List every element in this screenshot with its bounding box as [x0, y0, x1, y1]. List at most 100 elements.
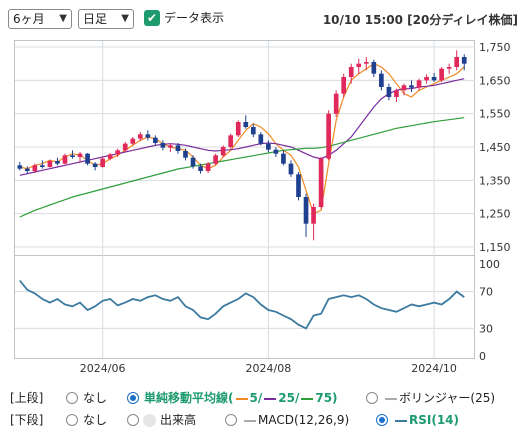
bollinger-label: ボリンジャー(25): [399, 391, 496, 405]
price-tick-label: 1,650: [479, 74, 511, 87]
candle-down: [198, 166, 203, 171]
candle-down: [175, 145, 181, 151]
candle-up: [235, 122, 241, 136]
rsi-tick-label: 30: [479, 322, 493, 335]
candle-up: [122, 143, 128, 151]
rsi-line: [19, 280, 465, 330]
ma75-swatch: [301, 397, 314, 400]
sma-5: 5: [249, 391, 258, 405]
volume-label: 出来高: [160, 413, 197, 427]
x-tick-label: 2024/06: [80, 362, 126, 375]
candle-down: [461, 57, 467, 64]
candle-down: [145, 134, 151, 138]
ma5-swatch: [235, 397, 248, 400]
candle-up: [326, 113, 331, 159]
candle-down: [296, 174, 301, 197]
candle-up: [62, 155, 68, 164]
candle-down: [70, 155, 75, 157]
candle-up: [205, 163, 211, 171]
candle-up: [348, 67, 354, 77]
candle-down: [281, 153, 286, 164]
candle-up: [454, 57, 460, 67]
price-tick-label: 1,250: [479, 208, 511, 221]
lower-section-label: [下段]: [10, 413, 44, 427]
candle-up: [341, 77, 347, 94]
price-tick-label: 1,150: [479, 241, 511, 254]
price-tick-label: 1,550: [479, 108, 511, 121]
candle-up: [394, 90, 399, 97]
volume-radio[interactable]: [127, 414, 139, 426]
price-tick-label: 1,450: [479, 141, 511, 154]
candle-up: [424, 77, 429, 81]
rsi-tick-label: 100: [479, 258, 500, 271]
candle-down: [371, 62, 377, 74]
candle-up: [356, 63, 362, 67]
candle-down: [288, 163, 294, 175]
lower-none-radio[interactable]: [66, 414, 78, 426]
candle-down: [190, 157, 196, 167]
candle-down: [431, 77, 437, 81]
candle-up: [168, 145, 173, 148]
sma-sep1: /: [257, 391, 263, 405]
candle-down: [85, 153, 90, 164]
candle-down: [153, 137, 158, 143]
bollinger-radio[interactable]: [366, 392, 378, 404]
price-tick-label: 1,750: [479, 41, 511, 54]
sma-close: ): [332, 391, 338, 405]
candle-down: [243, 122, 249, 127]
sma-label: 単純移動平均線(: [144, 391, 234, 405]
upper-section-label: [上段]: [10, 391, 44, 405]
bollinger-swatch: [385, 397, 397, 400]
lower-none-label: なし: [83, 413, 108, 427]
sma-radio[interactable]: [127, 392, 139, 404]
candle-down: [386, 87, 392, 97]
rsi-swatch: [395, 419, 407, 422]
candle-up: [363, 62, 369, 64]
candle-up: [77, 153, 83, 157]
candle-down: [258, 134, 264, 144]
lower-panel-options: [下段] なし 出来高 MACD(12,26,9) RSI(14): [10, 411, 520, 429]
candle-down: [266, 143, 271, 150]
candle-down: [24, 168, 30, 171]
price-tick-label: 1,350: [479, 174, 511, 187]
rsi-radio[interactable]: [376, 414, 388, 426]
candle-up: [439, 68, 444, 81]
ma-line-5: [19, 63, 465, 215]
rsi-tick-label: 0: [479, 350, 486, 363]
candle-up: [115, 150, 121, 155]
x-tick-label: 2024/10: [411, 362, 457, 375]
candle-up: [311, 207, 316, 224]
candle-down: [273, 149, 279, 154]
sma-option[interactable]: 単純移動平均線(5/25/75): [144, 389, 338, 407]
candle-down: [92, 163, 98, 167]
ma25-swatch: [264, 397, 277, 400]
candle-down: [17, 165, 23, 169]
bollinger-option[interactable]: ボリンジャー(25): [383, 389, 495, 407]
upper-panel-options: [上段] なし 単純移動平均線(5/25/75) ボリンジャー(25): [10, 389, 520, 407]
macd-radio[interactable]: [225, 414, 237, 426]
candle-up: [446, 67, 452, 69]
candle-up: [100, 158, 105, 167]
candle-up: [32, 165, 38, 171]
x-tick-label: 2024/08: [246, 362, 292, 375]
candle-up: [137, 134, 143, 139]
rsi-option[interactable]: RSI(14): [393, 411, 459, 429]
candle-up: [47, 161, 53, 167]
candle-down: [379, 73, 384, 87]
sma-75: 75: [315, 391, 333, 405]
rsi-label: RSI(14): [409, 413, 460, 427]
sma-25: 25: [278, 391, 295, 405]
upper-none-radio[interactable]: [66, 392, 78, 404]
candle-down: [409, 85, 414, 88]
candle-up: [318, 158, 324, 207]
macd-label: MACD(12,26,9): [258, 413, 350, 427]
candle-up: [333, 93, 339, 114]
ma-line-75: [19, 117, 465, 218]
candle-up: [228, 135, 234, 147]
candle-up: [401, 85, 407, 91]
volume-swatch-icon: [143, 414, 156, 427]
candle-down: [40, 165, 45, 167]
macd-swatch: [244, 419, 256, 422]
macd-option[interactable]: MACD(12,26,9): [242, 411, 349, 429]
candle-down: [160, 143, 166, 148]
